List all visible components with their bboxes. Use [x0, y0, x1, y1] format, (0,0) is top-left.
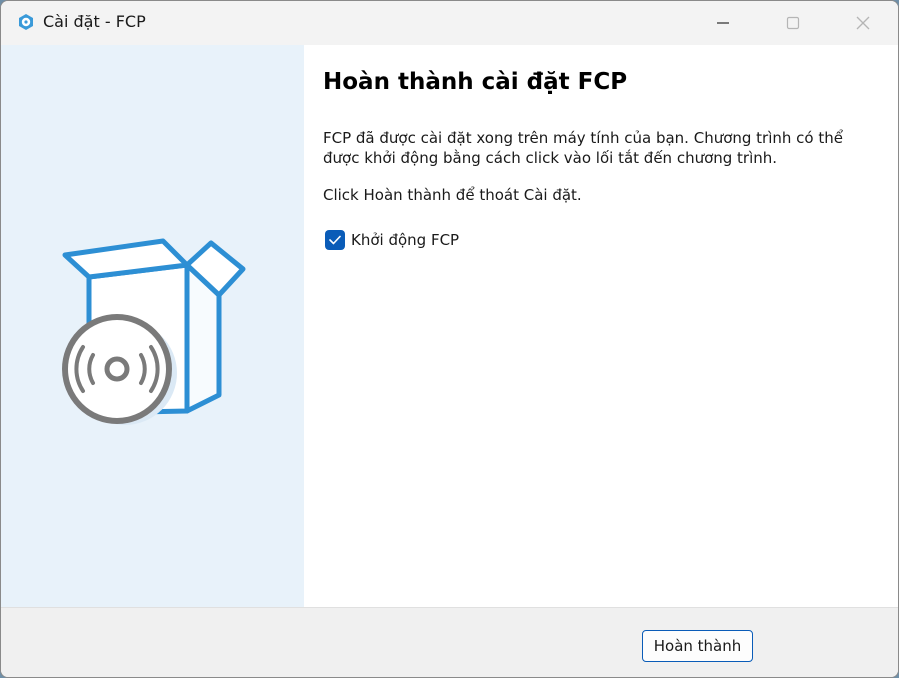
page-title: Hoàn thành cài đặt FCP: [323, 69, 628, 95]
close-icon: [856, 16, 870, 30]
close-button[interactable]: [828, 1, 898, 45]
maximize-icon: [786, 16, 800, 30]
footer-bar: Hoàn thành: [1, 607, 898, 677]
title-bar[interactable]: Cài đặt - FCP: [1, 1, 898, 45]
window-title: Cài đặt - FCP: [43, 12, 146, 31]
minimize-icon: [717, 22, 729, 24]
setup-app-icon: [17, 13, 35, 31]
completion-description: FCP đã được cài đặt xong trên máy tính c…: [323, 129, 843, 167]
maximize-button[interactable]: [758, 1, 828, 45]
minimize-button[interactable]: [688, 1, 758, 45]
finish-hint: Click Hoàn thành để thoát Cài đặt.: [323, 186, 582, 204]
checkmark-icon: [329, 235, 341, 245]
installer-window: Cài đặt - FCP Hoàn thành cài đặt FCP FCP…: [0, 0, 899, 678]
launch-checkbox-label[interactable]: Khởi động FCP: [351, 230, 459, 250]
software-box-disc-icon: [62, 238, 246, 425]
content-panel: Hoàn thành cài đặt FCP FCP đã được cài đ…: [304, 45, 898, 607]
finish-button[interactable]: Hoàn thành: [642, 630, 753, 662]
side-panel: [1, 45, 304, 607]
launch-checkbox[interactable]: [325, 230, 345, 250]
